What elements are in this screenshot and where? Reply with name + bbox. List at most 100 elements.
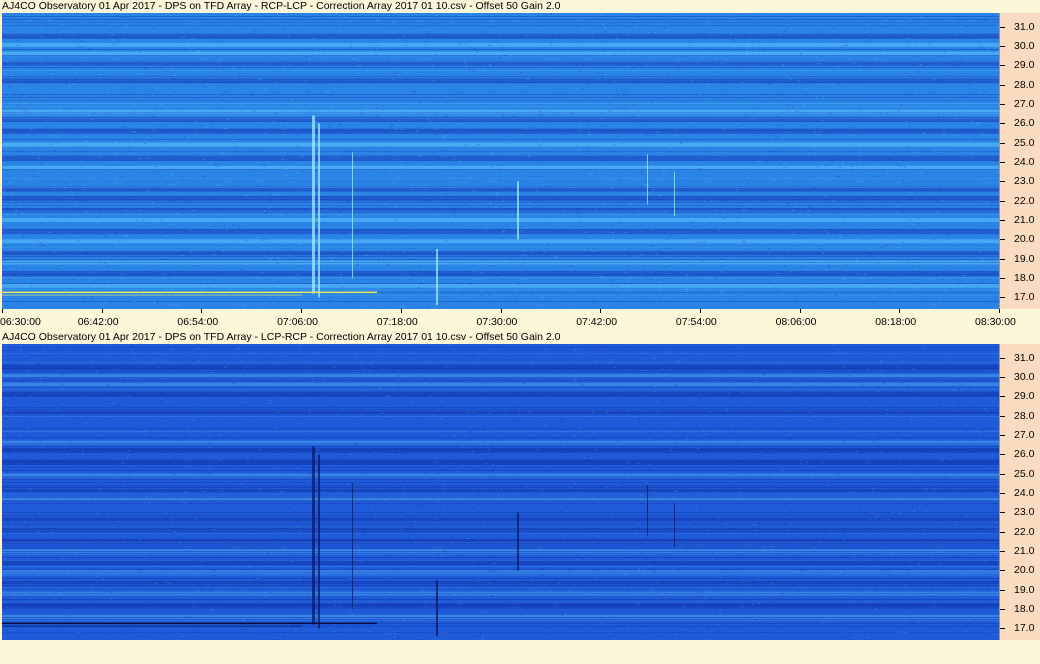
noise-speckle — [423, 269, 426, 271]
noise-stripe — [2, 431, 999, 432]
noise-speckle — [392, 21, 395, 23]
noise-speckle — [501, 113, 504, 115]
noise-speckle — [221, 67, 224, 69]
noise-speckle — [451, 216, 454, 218]
noise-speckle — [446, 509, 449, 511]
noise-speckle — [844, 48, 847, 50]
noise-speckle — [742, 209, 745, 211]
noise-speckle — [139, 571, 142, 573]
noise-speckle — [748, 581, 751, 583]
noise-speckle — [309, 180, 312, 182]
noise-speckle — [132, 164, 135, 166]
noise-speckle — [757, 578, 760, 580]
noise-speckle — [153, 599, 156, 601]
noise-speckle — [970, 274, 973, 276]
noise-speckle — [905, 595, 908, 597]
noise-speckle — [11, 596, 14, 598]
noise-speckle — [874, 608, 877, 610]
noise-speckle — [36, 457, 39, 459]
noise-speckle — [431, 527, 434, 529]
noise-speckle — [205, 513, 208, 515]
noise-speckle — [991, 474, 994, 476]
noise-speckle — [86, 455, 89, 457]
noise-speckle — [577, 368, 580, 370]
noise-speckle — [961, 96, 964, 98]
noise-speckle — [268, 63, 271, 65]
y-tick-label: 29.0 — [1014, 390, 1035, 403]
noise-speckle — [922, 67, 925, 69]
noise-speckle — [81, 449, 84, 451]
noise-speckle — [137, 469, 140, 471]
noise-speckle — [910, 418, 913, 420]
noise-speckle — [512, 106, 515, 108]
noise-speckle — [362, 69, 365, 71]
noise-speckle — [155, 582, 158, 584]
noise-speckle — [416, 223, 419, 225]
noise-speckle — [532, 78, 535, 80]
noise-speckle — [106, 384, 109, 386]
noise-speckle — [360, 390, 363, 392]
noise-speckle — [198, 590, 201, 592]
noise-speckle — [343, 19, 346, 21]
noise-speckle — [335, 156, 338, 158]
noise-speckle — [898, 497, 901, 499]
noise-speckle — [854, 63, 857, 65]
noise-speckle — [174, 415, 177, 417]
noise-speckle — [216, 93, 219, 95]
noise-speckle — [6, 376, 9, 378]
noise-speckle — [926, 509, 929, 511]
noise-speckle — [958, 44, 961, 46]
noise-stripe — [2, 503, 999, 504]
noise-speckle — [225, 25, 228, 27]
x-tick — [899, 309, 901, 313]
noise-speckle — [23, 110, 26, 112]
noise-speckle — [697, 242, 700, 244]
noise-speckle — [792, 233, 795, 235]
noise-speckle — [100, 166, 103, 168]
noise-speckle — [135, 387, 138, 389]
noise-speckle — [658, 264, 661, 266]
noise-speckle — [897, 415, 900, 417]
noise-speckle — [412, 529, 415, 531]
noise-speckle — [838, 474, 841, 476]
noise-speckle — [791, 393, 794, 395]
noise-speckle — [657, 386, 660, 388]
noise-speckle — [275, 499, 278, 501]
noise-speckle — [269, 206, 272, 208]
noise-speckle — [815, 96, 818, 98]
noise-speckle — [128, 419, 131, 421]
noise-speckle — [573, 476, 576, 478]
noise-speckle — [473, 199, 476, 201]
noise-speckle — [246, 181, 249, 183]
noise-speckle — [274, 112, 277, 114]
noise-speckle — [339, 214, 342, 216]
noise-speckle — [702, 527, 705, 529]
noise-speckle — [278, 574, 281, 576]
noise-speckle — [766, 454, 769, 456]
noise-speckle — [829, 400, 832, 402]
noise-speckle — [589, 286, 592, 288]
spectrogram-plot[interactable] — [2, 344, 999, 640]
noise-speckle — [869, 519, 872, 521]
noise-speckle — [28, 363, 31, 365]
noise-speckle — [496, 369, 499, 371]
noise-speckle — [366, 143, 369, 145]
noise-speckle — [669, 147, 672, 149]
noise-speckle — [661, 401, 664, 403]
noise-speckle — [585, 415, 588, 417]
noise-speckle — [485, 477, 488, 479]
noise-speckle — [297, 145, 300, 147]
noise-speckle — [764, 200, 767, 202]
noise-speckle — [421, 417, 424, 419]
spectrogram-plot[interactable] — [2, 13, 999, 309]
noise-speckle — [298, 422, 301, 424]
noise-speckle — [253, 476, 256, 478]
noise-speckle — [466, 380, 469, 382]
noise-speckle — [942, 119, 945, 121]
spectrogram-image — [2, 13, 999, 309]
noise-speckle — [295, 584, 298, 586]
noise-speckle — [419, 423, 422, 425]
noise-speckle — [823, 376, 826, 378]
noise-speckle — [950, 144, 953, 146]
noise-speckle — [545, 97, 548, 99]
